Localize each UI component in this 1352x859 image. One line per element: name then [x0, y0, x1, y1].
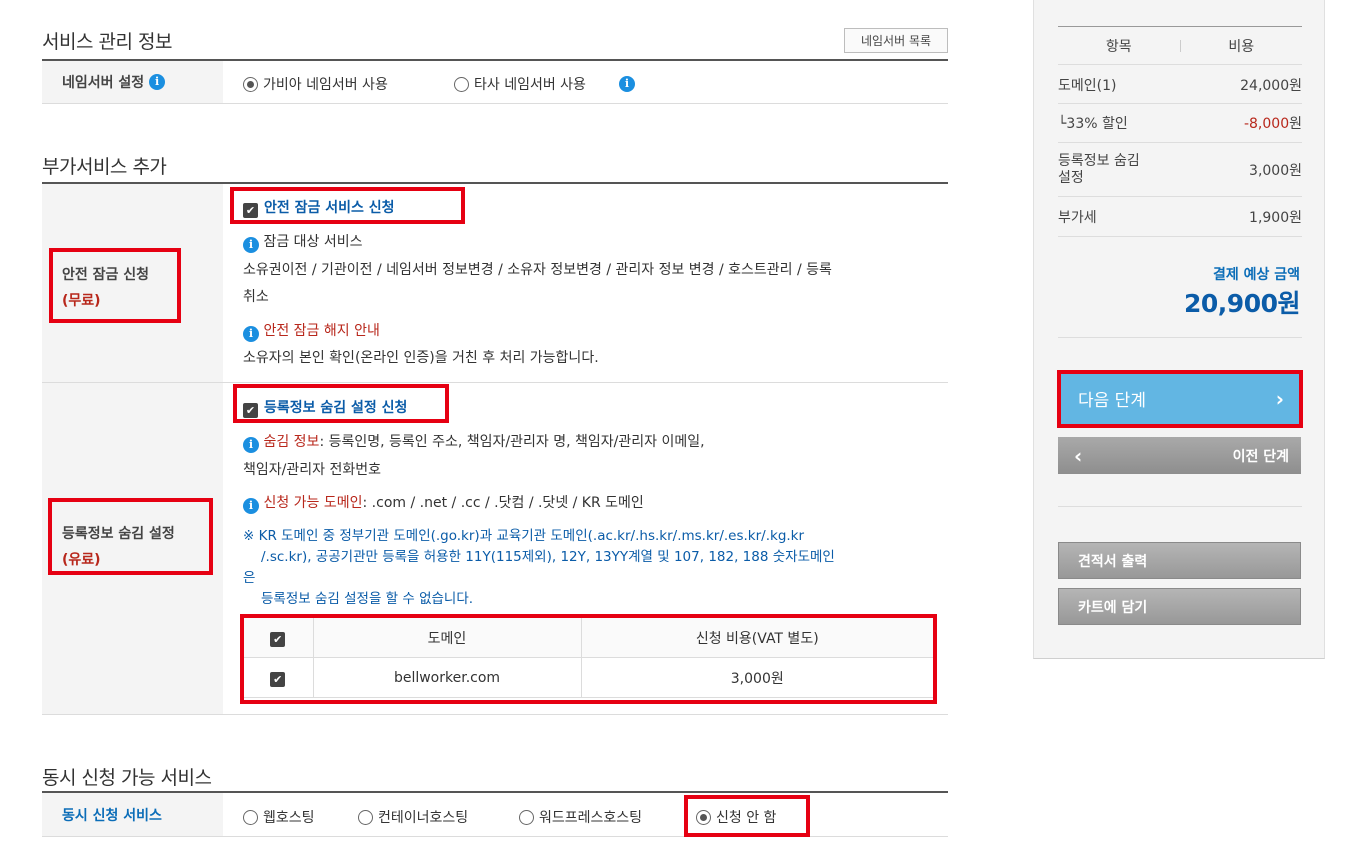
info-icon[interactable]: i	[619, 76, 635, 92]
radio-other-nameserver[interactable]: 타사 네임서버 사용	[454, 74, 586, 94]
privacy-note-line2: /.sc.kr), 공공기관만 등록을 허용한 11Y(115제외), 12Y,…	[261, 549, 835, 565]
summary-item: 등록정보 숨김 설정	[1058, 153, 1140, 187]
radio-container-hosting[interactable]: 컨테이너호스팅	[358, 807, 468, 827]
privacy-hide-text2: 책임자/관리자 전화번호	[243, 462, 381, 478]
concurrent-row: 동시 신청 서비스 웹호스팅 컨테이너호스팅 워드프레스호스팅 신청 안 함	[42, 791, 948, 837]
chevron-left-icon: ‹	[1074, 443, 1083, 468]
lock-target-line1: 소유권이전 / 기관이전 / 네임서버 정보변경 / 소유자 정보변경 / 관리…	[243, 262, 832, 278]
lock-target-line2: 취소	[243, 289, 269, 305]
radio-label: 워드프레스호스팅	[539, 810, 643, 826]
summary-row-privacy: 등록정보 숨김 설정 3,000원	[1058, 143, 1302, 197]
radio-unchecked-icon	[519, 810, 534, 825]
highlight-box	[230, 187, 465, 224]
summary-item: 부가세	[1058, 209, 1097, 226]
summary-row-domain: 도메인(1) 24,000원	[1058, 66, 1302, 104]
radio-label: 컨테이너호스팅	[378, 810, 469, 826]
privacy-note-line4: 등록정보 숨김 설정을 할 수 없습니다.	[261, 591, 474, 607]
highlight-box	[684, 795, 810, 837]
nameserver-label: 네임서버 설정 i	[42, 61, 223, 103]
radio-label: 타사 네임서버 사용	[474, 77, 586, 93]
total-label: 결제 예상 금액	[1212, 267, 1300, 283]
privacy-avail-title: 신청 가능 도메인	[263, 495, 363, 511]
prev-step-button[interactable]: ‹ 이전 단계	[1058, 437, 1301, 474]
col-cost: 비용	[1228, 38, 1255, 55]
prev-step-label: 이전 단계	[1232, 448, 1289, 465]
nameserver-label-text: 네임서버 설정	[62, 75, 145, 91]
info-icon[interactable]: i	[149, 74, 166, 90]
radio-unchecked-icon	[358, 810, 373, 825]
summary-item-line1: 등록정보 숨김	[1058, 152, 1140, 169]
highlight-box	[233, 384, 449, 423]
privacy-avail-info: i 신청 가능 도메인: .com / .net / .cc / .닷컴 / .…	[243, 492, 644, 514]
info-icon: i	[243, 326, 259, 342]
privacy-note-line3: 은	[243, 570, 256, 586]
concurrent-label: 동시 신청 서비스	[42, 793, 223, 836]
print-estimate-button[interactable]: 견적서 출력	[1058, 542, 1301, 579]
summary-cost: 1,900원	[1249, 209, 1302, 226]
info-icon: i	[243, 498, 259, 514]
summary-cost: 3,000원	[1249, 162, 1302, 179]
summary-row-discount: └33% 할인 -8,000원	[1058, 104, 1302, 143]
lock-release-title: i 안전 잠금 해지 안내	[243, 320, 380, 342]
privacy-hide-title: 숨김 정보	[263, 434, 320, 450]
summary-item-line2: 설정	[1058, 169, 1084, 186]
discount-unit: 원	[1289, 116, 1302, 132]
radio-gabia-nameserver[interactable]: 가비아 네임서버 사용	[243, 74, 388, 94]
lock-target-title-text: 잠금 대상 서비스	[263, 234, 363, 250]
concurrent-title: 동시 신청 가능 서비스	[42, 767, 212, 789]
add-to-cart-button[interactable]: 카트에 담기	[1058, 588, 1301, 625]
radio-unchecked-icon	[243, 810, 258, 825]
highlight-box	[240, 614, 937, 704]
radio-label: 웹호스팅	[263, 810, 315, 826]
info-icon: i	[243, 237, 259, 253]
lock-target-title: i 잠금 대상 서비스	[243, 231, 363, 253]
summary-row-vat: 부가세 1,900원	[1058, 197, 1302, 237]
col-item: 항목	[1105, 38, 1132, 55]
divider	[1058, 506, 1302, 507]
summary-cost: -8,000원	[1244, 113, 1302, 133]
highlight-box	[49, 248, 181, 323]
nameserver-row: 네임서버 설정 i 가비아 네임서버 사용 타사 네임서버 사용 i	[42, 59, 948, 104]
summary-item: 도메인(1)	[1058, 77, 1117, 94]
discount-value: -8,000	[1243, 116, 1290, 132]
privacy-hide-text: : 등록인명, 등록인 주소, 책임자/관리자 명, 책임자/관리자 이메일,	[319, 434, 705, 450]
summary-item: └33% 할인	[1058, 116, 1128, 132]
order-summary-panel: 항목 비용 도메인(1) 24,000원 └33% 할인 -8,000원 등록정…	[1033, 0, 1325, 659]
highlight-box	[1057, 370, 1303, 428]
radio-wordpress-hosting[interactable]: 워드프레스호스팅	[519, 807, 642, 827]
radio-checked-icon	[243, 77, 258, 92]
radio-label: 가비아 네임서버 사용	[263, 77, 388, 93]
privacy-note-line1: ※ KR 도메인 중 정부기관 도메인(.go.kr)과 교육기관 도메인(.a…	[243, 528, 805, 544]
highlight-box	[48, 498, 213, 575]
nameserver-list-button[interactable]: 네임서버 목록	[844, 28, 948, 53]
summary-cost: 24,000원	[1240, 77, 1302, 94]
lock-release-title-text: 안전 잠금 해지 안내	[263, 323, 380, 339]
divider	[1058, 337, 1302, 338]
service-mgmt-title: 서비스 관리 정보	[42, 31, 172, 53]
lock-release-text: 소유자의 본인 확인(온라인 인증)을 거친 후 처리 가능합니다.	[243, 350, 599, 366]
info-icon: i	[243, 437, 259, 453]
radio-webhosting[interactable]: 웹호스팅	[243, 807, 315, 827]
privacy-hide-info: i 숨김 정보: 등록인명, 등록인 주소, 책임자/관리자 명, 책임자/관리…	[243, 431, 705, 453]
addon-title: 부가서비스 추가	[42, 156, 167, 178]
radio-unchecked-icon	[454, 77, 469, 92]
privacy-avail-text: : .com / .net / .cc / .닷컴 / .닷넷 / KR 도메인	[362, 495, 644, 511]
summary-header: 항목 비용	[1058, 26, 1302, 65]
total-value: 20,900원	[1184, 289, 1300, 318]
